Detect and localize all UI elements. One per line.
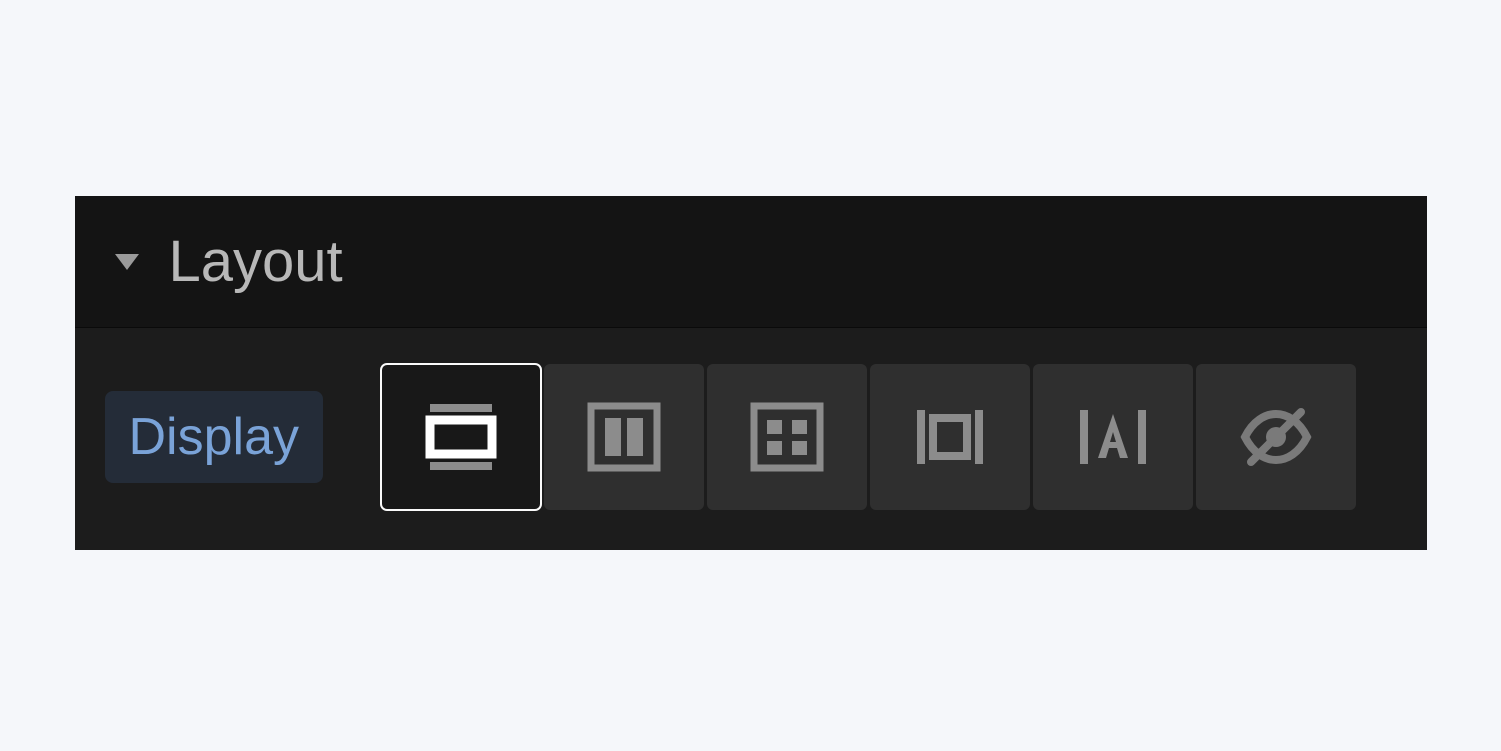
display-option-none[interactable] [1196,364,1356,510]
grid-icon [746,396,828,478]
display-option-block[interactable] [381,364,541,510]
display-option-flex[interactable] [544,364,704,510]
display-option-inline[interactable] [1033,364,1193,510]
inline-block-icon [909,396,991,478]
display-option-inline-block[interactable] [870,364,1030,510]
display-options [381,364,1356,510]
layout-panel: Layout Display [75,196,1427,550]
inline-icon [1072,396,1154,478]
display-property-label[interactable]: Display [105,391,324,483]
caret-down-icon [115,254,139,270]
layout-section-body: Display [75,328,1427,550]
display-option-grid[interactable] [707,364,867,510]
layout-section-header[interactable]: Layout [75,196,1427,328]
block-icon [420,396,502,478]
hidden-icon [1235,396,1317,478]
flex-icon [583,396,665,478]
section-title: Layout [169,228,343,295]
